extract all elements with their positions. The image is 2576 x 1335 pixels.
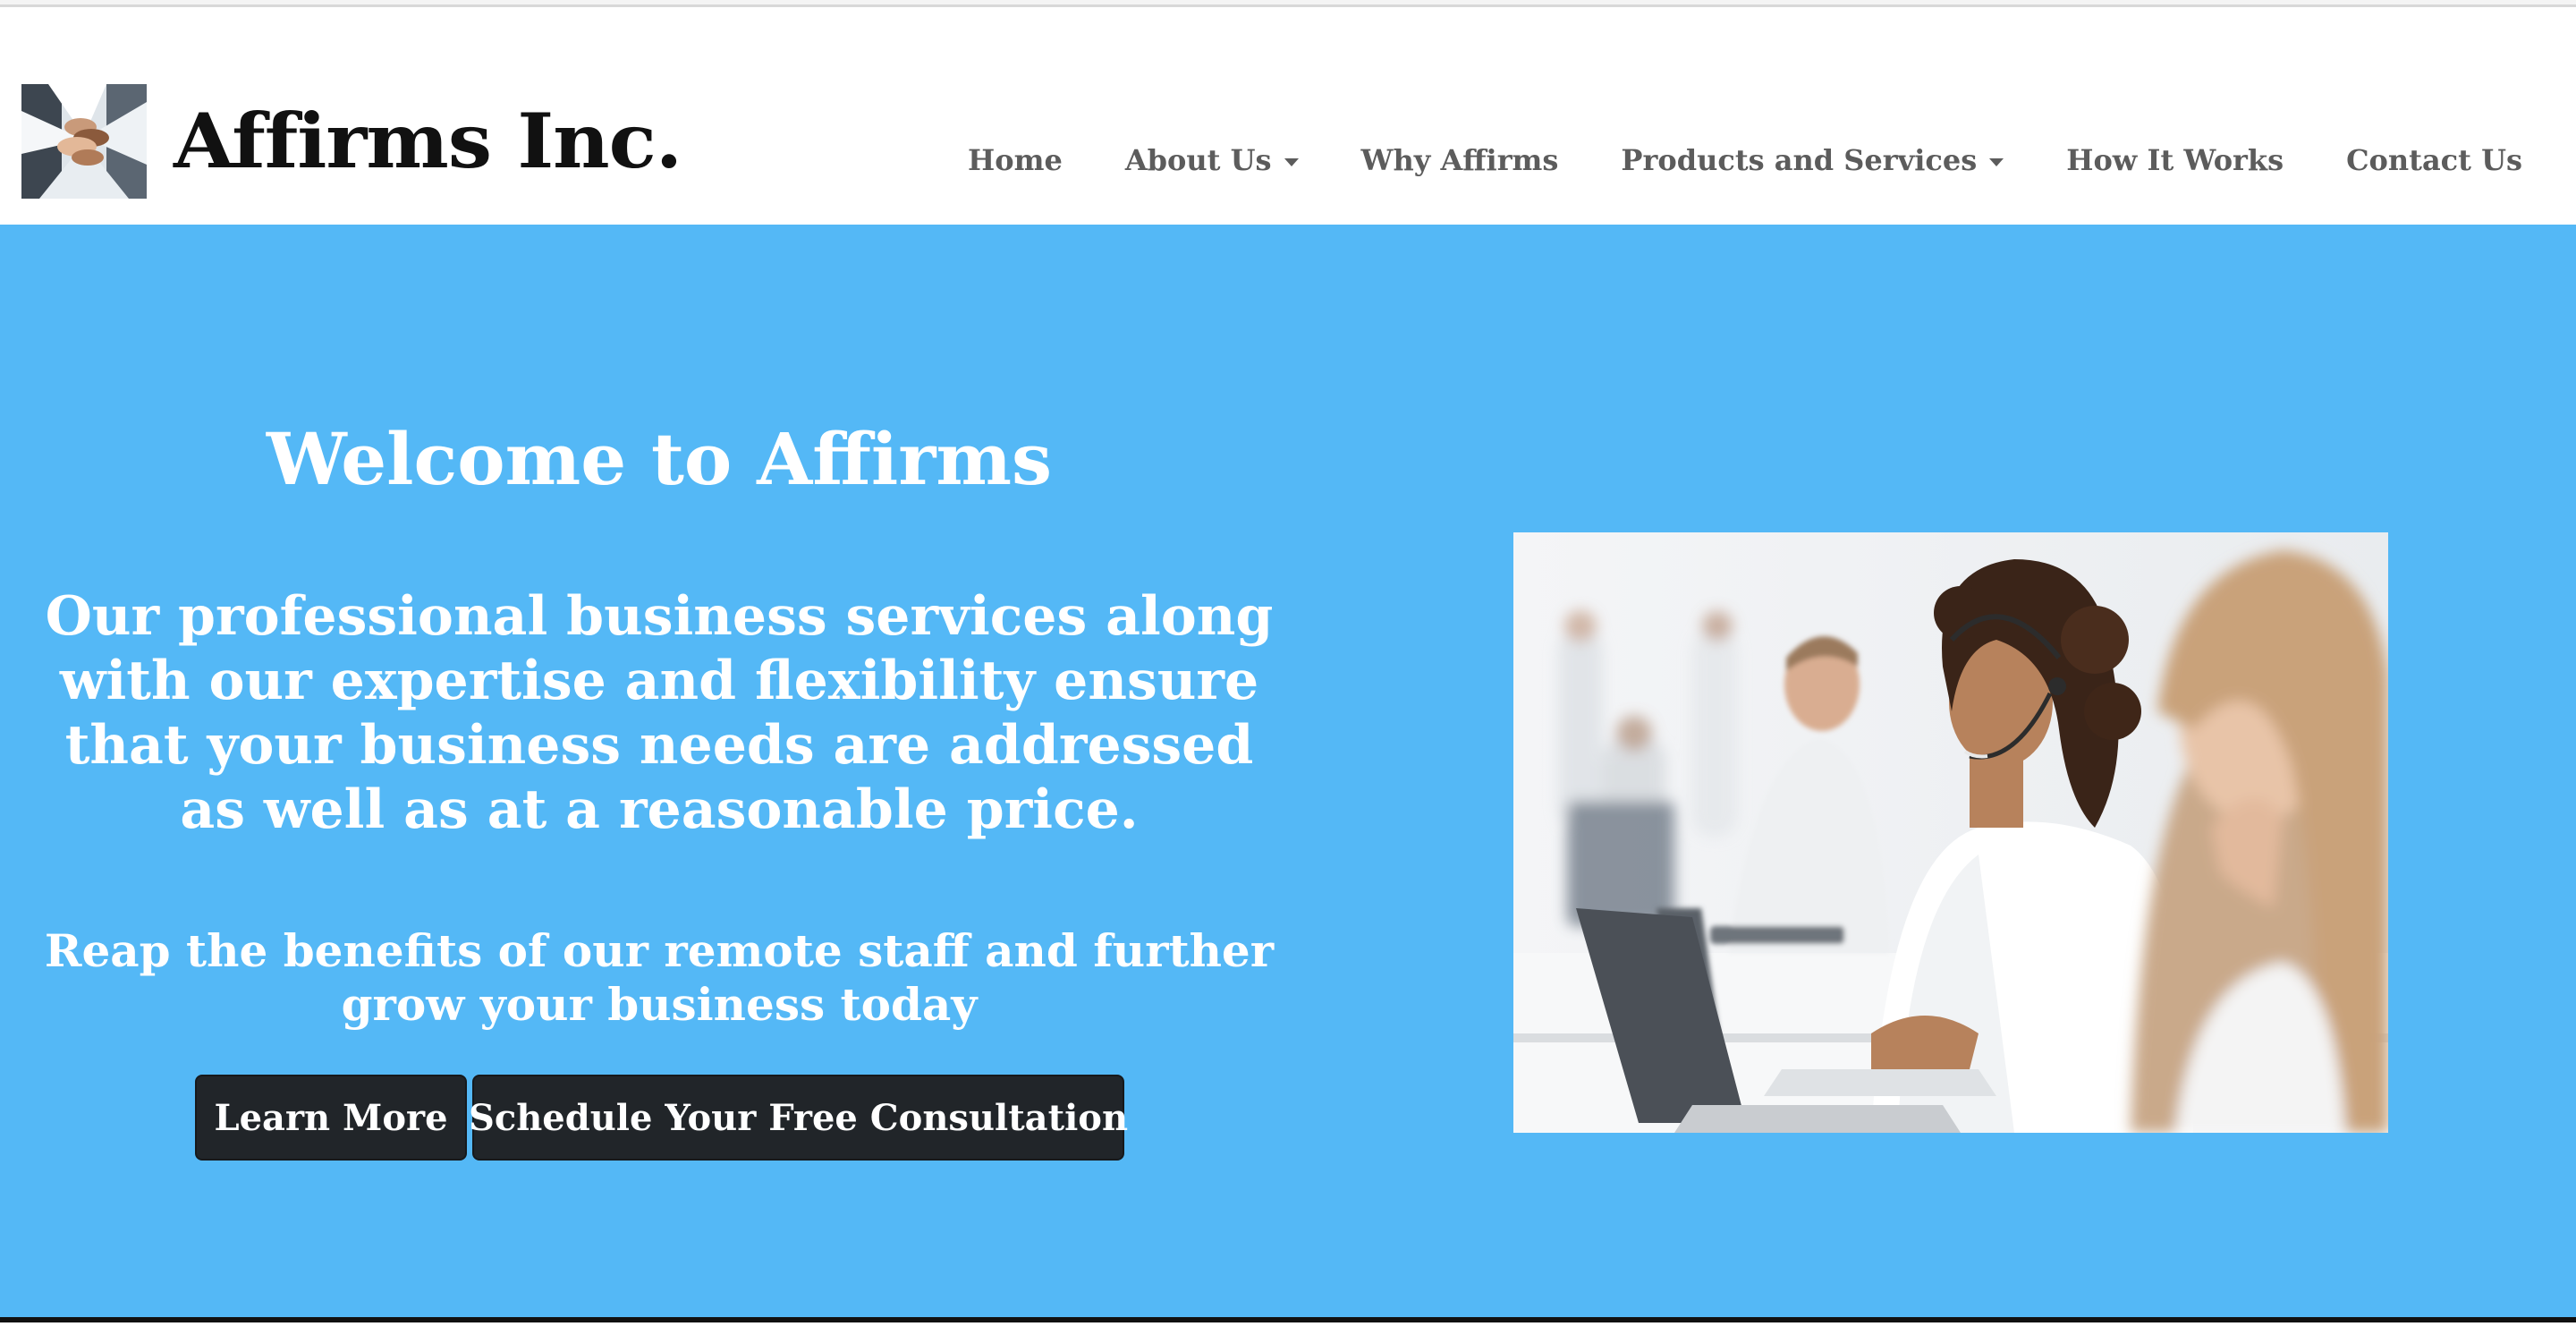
brand-name[interactable]: Affirms Inc. — [174, 104, 682, 179]
hero-section: Welcome to Affirms Our professional busi… — [0, 225, 2576, 1317]
nav-item-label: About Us — [1124, 143, 1272, 177]
nav-item-label: Contact Us — [2346, 143, 2522, 177]
nav-item-label: Products and Services — [1621, 143, 1978, 177]
nav-item-home[interactable]: Home — [968, 143, 1063, 177]
nav-item-how-it-works[interactable]: How It Works — [2066, 143, 2284, 177]
nav-item-label: Why Affirms — [1360, 143, 1559, 177]
call-center-photo — [1513, 532, 2388, 1133]
page-bottom-edge — [0, 1317, 2576, 1335]
hero-lead-text: Our professional business services along… — [45, 585, 1274, 841]
schedule-consultation-button[interactable]: Schedule Your Free Consultation — [469, 1075, 1128, 1161]
browser-top-edge — [0, 0, 2576, 7]
site-header: Affirms Inc. Home About Us Why Affirms P… — [0, 10, 2576, 225]
main-nav: Home About Us Why Affirms Products and S… — [968, 133, 2522, 187]
nav-item-products-and-services[interactable]: Products and Services — [1621, 143, 2004, 177]
nav-item-contact-us[interactable]: Contact Us — [2346, 143, 2522, 177]
logo[interactable]: Affirms Inc. — [21, 84, 682, 199]
hero-title: Welcome to Affirms — [266, 417, 1053, 501]
hero-button-row: Learn More Schedule Your Free Consultati… — [195, 1075, 1130, 1161]
nav-item-label: How It Works — [2066, 143, 2284, 177]
nav-item-about-us[interactable]: About Us — [1125, 143, 1299, 177]
learn-more-button[interactable]: Learn More — [195, 1075, 467, 1161]
nav-item-why-affirms[interactable]: Why Affirms — [1361, 143, 1559, 177]
chevron-down-icon — [1989, 157, 2004, 166]
chevron-down-icon — [1284, 157, 1299, 166]
team-hands-logo-icon — [21, 84, 147, 199]
nav-item-label: Home — [968, 143, 1063, 177]
hero-sub-text: Reap the benefits of our remote staff an… — [44, 924, 1275, 1031]
